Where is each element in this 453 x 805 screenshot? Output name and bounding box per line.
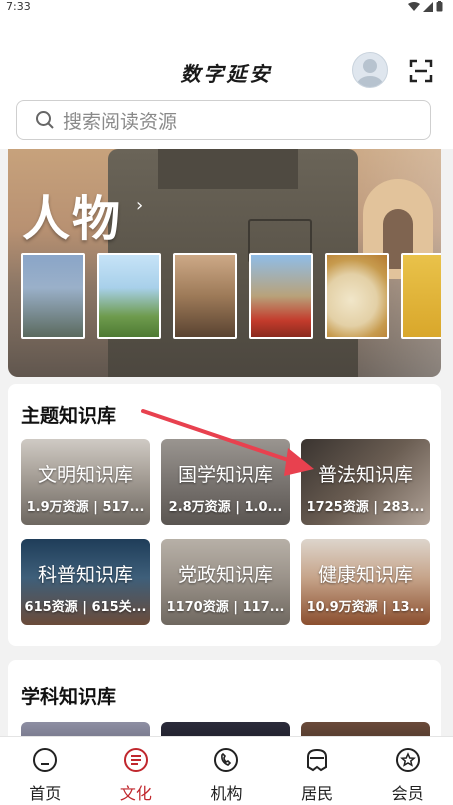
banner-carousel[interactable]: 人物 › [8,149,441,377]
wifi-icon [408,1,420,11]
tab-label: 机构 [210,784,243,803]
search-icon [36,111,54,129]
tile-name: 党政知识库 [177,564,273,586]
tile-meta: 1170资源 | 117... [166,600,285,615]
tab-label: 居民 [301,784,334,803]
tile-meta: 615资源 | 615关... [24,600,147,615]
thumbnail-millet[interactable] [401,253,441,339]
scan-icon [409,59,433,83]
tab-institution[interactable]: 机构 [181,737,272,805]
section-title: 主题知识库 [21,405,117,427]
tile-party-politics[interactable]: 党政知识库 1170资源 | 117... [161,539,290,625]
avatar[interactable] [352,52,388,88]
thumbnail-cave-room[interactable] [173,253,237,339]
tile-science[interactable]: 科普知识库 615资源 | 615关... [21,539,150,625]
status-time: 7:33 [6,0,31,13]
tile-meta: 10.9万资源 | 13... [306,600,425,615]
section-title: 学科知识库 [21,686,117,708]
tab-label: 会员 [391,784,424,803]
tile-name: 科普知识库 [37,564,133,586]
scan-button[interactable] [408,58,434,84]
search-placeholder: 搜索阅读资源 [63,110,178,133]
tab-label: 文化 [119,784,152,803]
battery-icon [436,1,443,12]
search-input[interactable]: 搜索阅读资源 [16,100,431,140]
tile-civilization[interactable]: 文明知识库 1.9万资源 | 517... [21,439,150,525]
thumbnail-portrait[interactable] [21,253,85,339]
banner-thumbnails [21,253,441,339]
tab-culture[interactable]: 文化 [91,737,182,805]
banner-title: 人物 [22,191,123,247]
chevron-right-icon: › [136,195,144,216]
home-icon [33,748,58,772]
tile-name: 普法知识库 [317,464,413,486]
signal-icon [423,1,433,12]
tile-sinology[interactable]: 国学知识库 2.8万资源 | 1.0... [161,439,290,525]
thumbnail-folk-dance[interactable] [249,253,313,339]
tab-residents[interactable]: 居民 [272,737,363,805]
user-icon [357,59,383,87]
phone-icon [214,748,239,772]
culture-icon [123,748,148,772]
theme-knowledge-section: 主题知识库 文明知识库 1.9万资源 | 517... 国学知识库 2.8万资源… [8,384,441,646]
tile-name: 国学知识库 [177,464,273,486]
tab-home[interactable]: 首页 [0,737,91,805]
tile-name: 文明知识库 [37,464,133,486]
banner-figure-collar [158,149,298,189]
system-icons [408,1,443,12]
tile-meta: 2.8万资源 | 1.0... [168,500,283,515]
tile-health[interactable]: 健康知识库 10.9万资源 | 13... [301,539,430,625]
thumbnail-steamed-buns[interactable] [325,253,389,339]
tile-meta: 1725资源 | 283... [306,500,425,515]
thumbnail-pagoda-hill[interactable] [97,253,161,339]
residents-icon [307,748,328,772]
tile-name: 健康知识库 [317,564,413,586]
member-icon [395,748,420,772]
app-header: 数字延安 搜索阅读资源 [0,14,453,149]
tab-label: 首页 [29,784,62,803]
bottom-tab-bar: 首页 文化 机构 居民 会员 [0,736,453,805]
status-bar: 7:33 [0,0,453,14]
tab-member[interactable]: 会员 [362,737,453,805]
tile-meta: 1.9万资源 | 517... [26,500,145,515]
tile-law[interactable]: 普法知识库 1725资源 | 283... [301,439,430,525]
